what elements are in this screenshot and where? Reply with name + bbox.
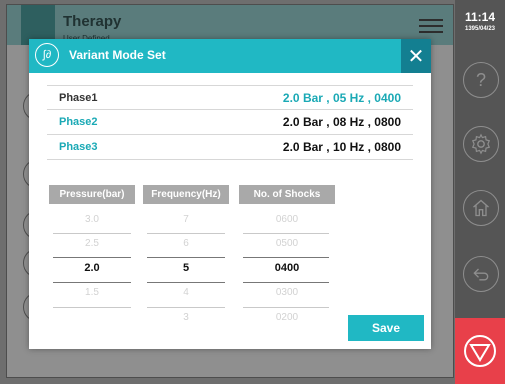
- phase-value: 2.0 Bar , 10 Hz , 0800: [282, 140, 401, 154]
- pressure-option[interactable]: 2.5: [49, 238, 135, 257]
- phase-row-1[interactable]: Phase1 2.0 Bar , 05 Hz , 0400: [47, 85, 413, 110]
- back-button[interactable]: [463, 256, 499, 292]
- shocks-option[interactable]: 0600: [239, 214, 335, 233]
- phase-value: 2.0 Bar , 08 Hz , 0800: [282, 115, 401, 129]
- picker-divider: [53, 257, 131, 258]
- shocks-option-selected[interactable]: 0400: [239, 262, 335, 281]
- phase-name: Phase2: [59, 116, 98, 128]
- home-icon: [473, 199, 489, 217]
- picker-divider: [243, 307, 329, 308]
- frequency-option[interactable]: 4: [143, 287, 229, 306]
- phase-name: Phase3: [59, 141, 98, 153]
- shocks-column-header: No. of Shocks: [239, 185, 335, 204]
- gear-icon: [471, 133, 491, 155]
- phase-row-3[interactable]: Phase3 2.0 Bar , 10 Hz , 0800: [47, 135, 413, 160]
- save-button[interactable]: Save: [348, 315, 424, 341]
- picker-divider: [243, 282, 329, 283]
- home-button[interactable]: [463, 190, 499, 226]
- back-arrow-icon: [473, 268, 489, 281]
- frequency-option[interactable]: 7: [143, 214, 229, 233]
- dialog-header: ∫∂ Variant Mode Set ✕: [29, 39, 431, 73]
- phase-value: 2.0 Bar , 05 Hz , 0400: [282, 91, 401, 105]
- app-title: Therapy: [63, 13, 122, 30]
- stop-triangle-icon: [464, 335, 496, 367]
- date: 1395/04/23: [464, 26, 496, 32]
- picker-divider: [53, 233, 131, 234]
- variant-mode-dialog: ∫∂ Variant Mode Set ✕ Phase1 2.0 Bar , 0…: [29, 39, 431, 349]
- picker-divider: [53, 282, 131, 283]
- picker-divider: [147, 233, 225, 234]
- pressure-option-selected[interactable]: 2.0: [49, 262, 135, 281]
- phase-name: Phase1: [59, 92, 98, 104]
- question-icon: ?: [475, 69, 486, 90]
- picker-divider: [147, 257, 225, 258]
- clock: 11:14: [464, 10, 496, 24]
- wave-icon: ∫∂: [35, 43, 59, 67]
- right-sidebar: 11:14 1395/04/23 ?: [455, 0, 505, 384]
- close-button[interactable]: ✕: [401, 39, 431, 73]
- stop-button[interactable]: [455, 318, 505, 384]
- help-button[interactable]: ?: [463, 62, 499, 98]
- shocks-option[interactable]: 0300: [239, 287, 335, 306]
- dialog-title: Variant Mode Set: [69, 48, 166, 62]
- picker-divider: [147, 307, 225, 308]
- picker-divider: [147, 282, 225, 283]
- picker-divider: [243, 257, 329, 258]
- frequency-option[interactable]: 6: [143, 238, 229, 257]
- phase-row-2[interactable]: Phase2 2.0 Bar , 08 Hz , 0800: [47, 110, 413, 135]
- frequency-column-header: Frequency(Hz): [143, 185, 229, 204]
- picker-divider: [53, 307, 131, 308]
- picker-divider: [243, 233, 329, 234]
- frequency-option[interactable]: 3: [143, 312, 229, 331]
- close-icon: ✕: [407, 45, 425, 68]
- shocks-option[interactable]: 0500: [239, 238, 335, 257]
- frequency-option-selected[interactable]: 5: [143, 262, 229, 281]
- settings-button[interactable]: [463, 126, 499, 162]
- pressure-option[interactable]: 3.0: [49, 214, 135, 233]
- pressure-option[interactable]: 1.5: [49, 287, 135, 306]
- pressure-column-header: Pressure(bar): [49, 185, 135, 204]
- menu-icon[interactable]: [419, 19, 443, 33]
- shocks-option[interactable]: 0200: [239, 312, 335, 331]
